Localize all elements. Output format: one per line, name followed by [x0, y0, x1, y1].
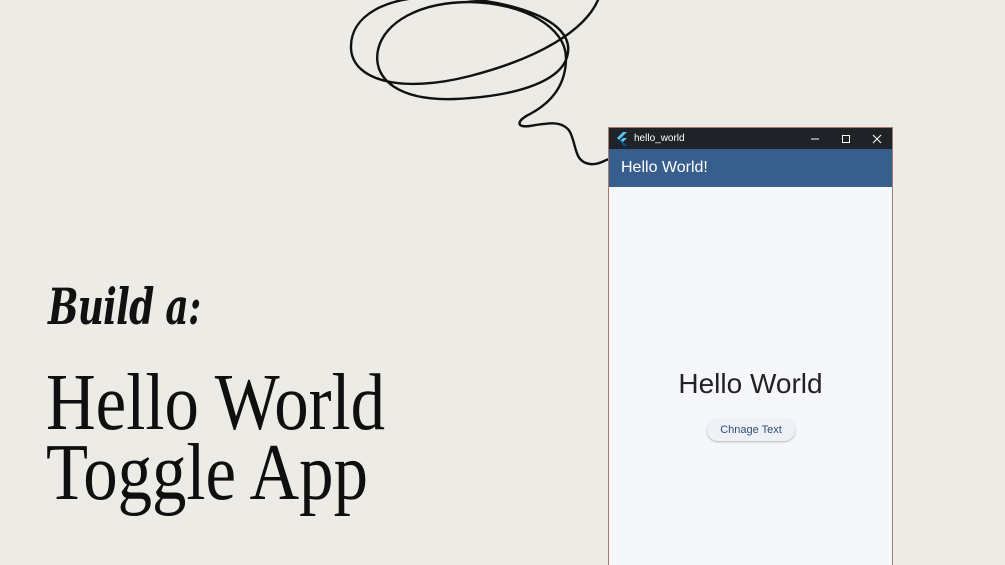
window-titlebar[interactable]: hello_world [609, 128, 892, 149]
window-title: hello_world [634, 133, 685, 144]
close-icon [872, 134, 881, 143]
flutter-icon [616, 131, 628, 146]
headline-line-2: Toggle App [46, 429, 368, 517]
minimize-icon [810, 138, 819, 139]
app-bar: Hello World! [609, 149, 892, 187]
headline: Hello World Toggle App [46, 359, 386, 517]
app-bar-title: Hello World! [621, 159, 708, 176]
close-button[interactable] [861, 128, 892, 149]
hello-world-text: Hello World [678, 368, 823, 399]
minimize-button[interactable] [799, 128, 830, 149]
maximize-icon [841, 134, 850, 143]
subtitle-build-a: Build a: [48, 277, 201, 336]
change-text-button[interactable]: Chnage Text [707, 419, 795, 441]
app-body: Hello World Chnage Text [609, 187, 892, 565]
app-window: hello_world Hello World! Hello World Chn… [608, 127, 893, 565]
headline-line-1: Hello World [46, 359, 386, 447]
maximize-button[interactable] [830, 128, 861, 149]
